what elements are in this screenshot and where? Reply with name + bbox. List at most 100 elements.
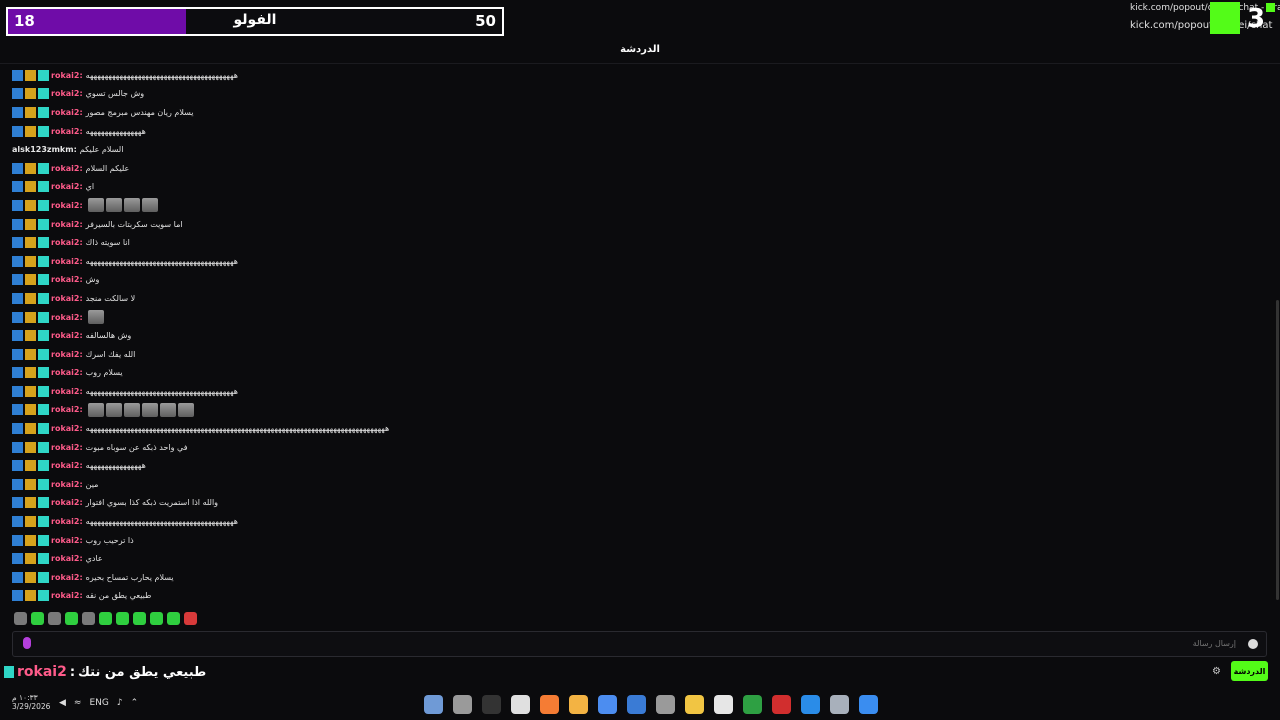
emoji-icon[interactable] xyxy=(1248,639,1258,649)
chat-username[interactable]: rokai2: xyxy=(51,238,83,247)
chat-username[interactable]: rokai2: xyxy=(51,443,83,452)
chat-message: rokai2: طبيعي يطق من نقه xyxy=(12,587,1252,606)
emote-shortcut-icon[interactable] xyxy=(184,612,197,625)
chat-username[interactable]: rokai2: xyxy=(51,164,83,173)
chat-username[interactable]: rokai2: xyxy=(51,461,83,470)
mic-icon[interactable] xyxy=(23,637,31,649)
vip-badge-icon xyxy=(38,181,49,193)
taskbar-app-icon[interactable] xyxy=(801,695,820,714)
emote-shortcut-icon[interactable] xyxy=(133,612,146,625)
goal-target-count: 50 xyxy=(475,12,496,30)
speaker-icon[interactable]: ◀ xyxy=(59,698,66,708)
crown-badge-icon xyxy=(25,423,36,435)
chat-input-box[interactable] xyxy=(12,631,1267,657)
emote-shortcut-icon[interactable] xyxy=(116,612,129,625)
clock-time: ١٠:٣٣ م xyxy=(12,693,38,702)
taskbar-app-icon[interactable] xyxy=(772,695,791,714)
taskbar-app-icon[interactable] xyxy=(656,695,675,714)
taskbar-app-icon[interactable] xyxy=(859,695,878,714)
chat-header: الدردشة xyxy=(0,38,1280,64)
moderator-badge-icon xyxy=(12,218,23,230)
chat-username[interactable]: rokai2: xyxy=(51,294,83,303)
crown-badge-icon xyxy=(25,218,36,230)
chat-username[interactable]: rokai2: xyxy=(51,331,83,340)
emote-shortcut-icon[interactable] xyxy=(48,612,61,625)
taskbar-app-icon[interactable] xyxy=(482,695,501,714)
emote-shortcut-icon[interactable] xyxy=(31,612,44,625)
emote-shortcut-icon[interactable] xyxy=(14,612,27,625)
emote-shortcut-icon[interactable] xyxy=(82,612,95,625)
moderator-badge-icon xyxy=(12,534,23,546)
chat-message-list[interactable]: rokai2: ههههههههههههههههههههههههههههههههه… xyxy=(12,66,1252,606)
chat-username[interactable]: rokai2: xyxy=(51,405,83,414)
chat-username[interactable]: rokai2: xyxy=(51,480,83,489)
chat-message-text: وش xyxy=(85,275,100,285)
chat-username[interactable]: rokai2: xyxy=(51,220,83,229)
gear-icon[interactable]: ⚙ xyxy=(1212,666,1221,677)
crown-badge-icon xyxy=(25,125,36,137)
taskbar-app-icon[interactable] xyxy=(685,695,704,714)
moderator-badge-icon xyxy=(12,497,23,509)
taskbar-app-icon[interactable] xyxy=(598,695,617,714)
vip-badge-icon xyxy=(38,385,49,397)
language-indicator[interactable]: ENG xyxy=(89,698,108,708)
emote-shortcut-icon[interactable] xyxy=(99,612,112,625)
taskbar-app-icon[interactable] xyxy=(511,695,530,714)
taskbar-app-icon[interactable] xyxy=(743,695,762,714)
chat-message-text: الله يفك اسرك xyxy=(85,349,136,359)
chat-username[interactable]: rokai2: xyxy=(51,71,83,80)
taskbar-app-icon[interactable] xyxy=(627,695,646,714)
chat-message-input[interactable] xyxy=(936,639,1236,648)
chat-username[interactable]: rokai2: xyxy=(51,591,83,600)
taskbar-app-icon[interactable] xyxy=(453,695,472,714)
mic-tray-icon[interactable]: ♪ xyxy=(117,698,123,708)
overlay-message: طبيعي يطق من نتك xyxy=(78,664,207,680)
emote-shortcut-icon[interactable] xyxy=(65,612,78,625)
chat-username[interactable]: rokai2: xyxy=(51,368,83,377)
chat-username[interactable]: rokai2: xyxy=(51,127,83,136)
chat-username[interactable]: rokai2: xyxy=(51,313,83,322)
wifi-icon[interactable]: ≈ xyxy=(74,698,82,708)
chat-username[interactable]: rokai2: xyxy=(51,257,83,266)
crown-badge-icon xyxy=(25,237,36,249)
chat-message: rokai2: ههههههههههههههههههههههههههههههههه… xyxy=(12,382,1252,401)
chat-username[interactable]: alsk123zmkm: xyxy=(12,145,77,154)
chat-username[interactable]: rokai2: xyxy=(51,275,83,284)
chevron-up-icon[interactable]: ⌃ xyxy=(131,698,139,708)
chat-send-button[interactable]: الدردشة xyxy=(1231,661,1268,681)
taskbar-app-icon[interactable] xyxy=(714,695,733,714)
chat-username[interactable]: rokai2: xyxy=(51,573,83,582)
chat-message-text: طبيعي يطق من نقه xyxy=(85,591,152,601)
chat-username[interactable]: rokai2: xyxy=(51,554,83,563)
taskbar-app-icon[interactable] xyxy=(424,695,443,714)
vip-badge-icon xyxy=(38,590,49,602)
chat-username[interactable]: rokai2: xyxy=(51,424,83,433)
chat-username[interactable]: rokai2: xyxy=(51,498,83,507)
chat-username[interactable]: rokai2: xyxy=(51,89,83,98)
moderator-badge-icon xyxy=(12,88,23,100)
chat-username[interactable]: rokai2: xyxy=(51,182,83,191)
chat-scrollbar[interactable] xyxy=(1276,300,1279,600)
chat-username[interactable]: rokai2: xyxy=(51,350,83,359)
emote-shortcut-icon[interactable] xyxy=(150,612,163,625)
chat-message-text: يسلام ريان مهندس مبرمج مصور xyxy=(85,107,194,117)
vip-badge-icon xyxy=(38,237,49,249)
taskbar-app-icon[interactable] xyxy=(830,695,849,714)
chat-message: rokai2: وش هالسالفه xyxy=(12,326,1252,345)
chat-message: rokai2: اما سويت سكربتات بالسيرفر xyxy=(12,215,1252,234)
vip-badge-icon xyxy=(38,292,49,304)
chat-username[interactable]: rokai2: xyxy=(51,108,83,117)
taskbar-app-icon[interactable] xyxy=(569,695,588,714)
chat-message: rokai2: عليكم السلام xyxy=(12,159,1252,178)
taskbar-app-icon[interactable] xyxy=(540,695,559,714)
taskbar-clock[interactable]: ١٠:٣٣ م 3/29/2026 xyxy=(12,693,50,711)
emote-shortcut-icon[interactable] xyxy=(167,612,180,625)
chat-username[interactable]: rokai2: xyxy=(51,201,83,210)
crown-badge-icon xyxy=(25,181,36,193)
emote-bar xyxy=(14,612,197,626)
vip-badge-icon xyxy=(38,516,49,528)
moderator-badge-icon xyxy=(12,590,23,602)
chat-username[interactable]: rokai2: xyxy=(51,387,83,396)
chat-username[interactable]: rokai2: xyxy=(51,536,83,545)
chat-username[interactable]: rokai2: xyxy=(51,517,83,526)
